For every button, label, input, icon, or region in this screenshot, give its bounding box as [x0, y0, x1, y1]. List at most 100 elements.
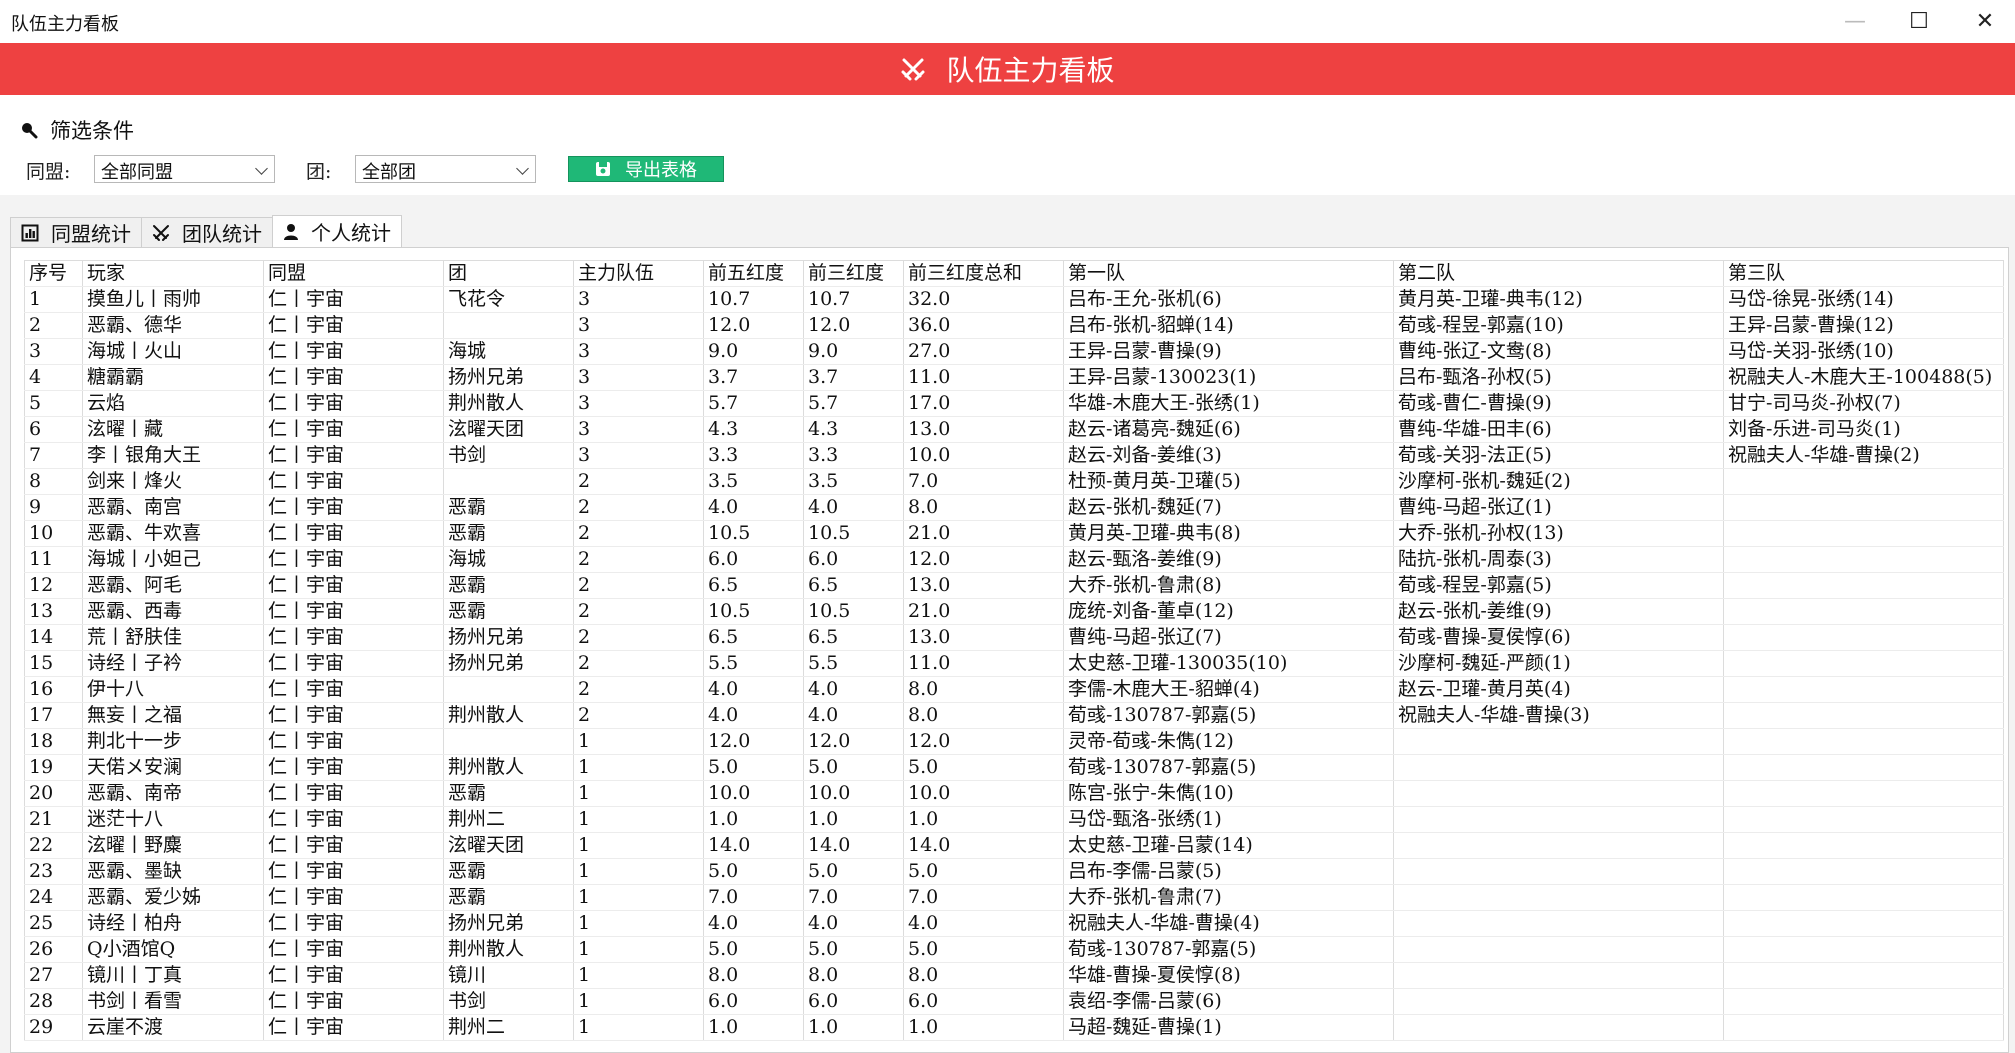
table-cell: 庞统-刘备-董卓(12) — [1063, 598, 1394, 625]
table-cell — [1393, 1014, 1724, 1041]
table-row[interactable]: 22 泫曜丨野麋 仁丨宇宙 泫曜天团 1 14.0 14.0 14.0 太史慈-卫瓘-吕蒙(14… — [24, 832, 2004, 859]
table-row[interactable]: 26 Q小酒馆Q 仁丨宇宙 荆州散人 1 5.0 5.0 5.0 荀彧-130787-郭嘉(5) — [24, 936, 2004, 963]
column-header[interactable]: 第三队 — [1723, 260, 2004, 287]
table-cell: 9.0 — [803, 338, 904, 365]
table-cell: 10.5 — [803, 598, 904, 625]
alliance-select-value: 全部同盟 — [101, 162, 173, 183]
window-titlebar: 队伍主力看板 — ☐ ✕ — [0, 0, 2015, 43]
table-row[interactable]: 11 海城丨小妲己 仁丨宇宙 海城 2 6.0 6.0 12.0 赵云-甄洛-姜维(9) 陆抗-张… — [24, 546, 2004, 573]
maximize-button[interactable]: ☐ — [1889, 0, 1949, 43]
table-row[interactable]: 29 云崖不渡 仁丨宇宙 荆州二 1 1.0 1.0 1.0 马超-魏延-曹操(1) — [24, 1014, 2004, 1041]
table-row[interactable]: 14 荒丨舒肤佳 仁丨宇宙 扬州兄弟 2 6.5 6.5 13.0 曹纯-马超-张辽(7) 荀彧-… — [24, 624, 2004, 651]
alliance-select[interactable]: 全部同盟 — [94, 155, 275, 183]
table-cell — [443, 468, 574, 495]
table-row[interactable]: 1 摸鱼儿丨雨帅 仁丨宇宙 飞花令 3 10.7 10.7 32.0 吕布-王允-张机(6) 黄月… — [24, 286, 2004, 313]
table-row[interactable]: 25 诗经丨柏舟 仁丨宇宙 扬州兄弟 1 4.0 4.0 4.0 祝融夫人-华雄-曹操(4) — [24, 910, 2004, 937]
table-row[interactable]: 12 恶霸、阿毛 仁丨宇宙 恶霸 2 6.5 6.5 13.0 大乔-张机-鲁肃(8) 荀彧-程昱… — [24, 572, 2004, 599]
export-table-button[interactable]: 导出表格 — [568, 156, 724, 182]
table-cell: 6.5 — [703, 624, 804, 651]
table-row[interactable]: 18 荆北十一步 仁丨宇宙 1 12.0 12.0 12.0 灵帝-荀彧-朱儁(12) — [24, 728, 2004, 755]
column-header[interactable]: 团 — [443, 260, 574, 287]
column-header[interactable]: 序号 — [24, 260, 83, 287]
column-header[interactable]: 玩家 — [82, 260, 264, 287]
table-cell — [1723, 884, 2004, 911]
table-row[interactable]: 7 李丨银角大王 仁丨宇宙 书剑 3 3.3 3.3 10.0 赵云-刘备-姜维(3) 荀彧-关羽… — [24, 442, 2004, 469]
table-cell — [1723, 1014, 2004, 1041]
table-cell: 仁丨宇宙 — [263, 650, 444, 677]
minimize-button[interactable]: — — [1825, 0, 1885, 43]
table-cell: 书剑 — [443, 442, 574, 469]
person-icon — [284, 223, 298, 240]
table-cell: 1 — [573, 780, 704, 807]
table-cell: 3 — [24, 338, 83, 365]
table-cell: 5.0 — [803, 936, 904, 963]
table-row[interactable]: 19 天偌メ安澜 仁丨宇宙 荆州散人 1 5.0 5.0 5.0 荀彧-130787-郭嘉(5) — [24, 754, 2004, 781]
table-cell: 14 — [24, 624, 83, 651]
table-cell: 仁丨宇宙 — [263, 936, 444, 963]
table-row[interactable]: 10 恶霸、牛欢喜 仁丨宇宙 恶霸 2 10.5 10.5 21.0 黄月英-卫瓘-典韦(8) 大… — [24, 520, 2004, 547]
table-cell: 4 — [24, 364, 83, 391]
table-cell: 马岱-甄洛-张绣(1) — [1063, 806, 1394, 833]
table-cell: 8.0 — [903, 494, 1064, 521]
table-row[interactable]: 20 恶霸、南帝 仁丨宇宙 恶霸 1 10.0 10.0 10.0 陈宫-张宁-朱儁(10) — [24, 780, 2004, 807]
table-cell: 诗经丨柏舟 — [82, 910, 264, 937]
table-row[interactable]: 8 剑来丨烽火 仁丨宇宙 2 3.5 3.5 7.0 杜预-黄月英-卫瓘(5) 沙摩柯-张机-魏… — [24, 468, 2004, 495]
table-cell — [1393, 910, 1724, 937]
personal-stats-panel: 序号 玩家 同盟团主力队伍 前五红度 前三红度 前三红度总和 第一队 第二队 第三队 1 摸鱼儿丨… — [10, 247, 2009, 1053]
table-cell: 仁丨宇宙 — [263, 364, 444, 391]
table-row[interactable]: 15 诗经丨子衿 仁丨宇宙 扬州兄弟 2 5.5 5.5 11.0 太史慈-卫瓘-130035(… — [24, 650, 2004, 677]
table-cell: 云崖不渡 — [82, 1014, 264, 1041]
column-header[interactable]: 前五红度 — [703, 260, 804, 287]
table-cell: 泫曜天团 — [443, 416, 574, 443]
table-row[interactable]: 23 恶霸、墨缺 仁丨宇宙 恶霸 1 5.0 5.0 5.0 吕布-李儒-吕蒙(5) — [24, 858, 2004, 885]
close-button[interactable]: ✕ — [1955, 0, 2015, 43]
table-row[interactable]: 6 泫曜丨藏 仁丨宇宙 泫曜天团 3 4.3 4.3 13.0 赵云-诸葛亮-魏延(6) 曹纯-华… — [24, 416, 2004, 443]
table-cell: 马岱-关羽-张绣(10) — [1723, 338, 2004, 365]
table-cell: 泫曜丨藏 — [82, 416, 264, 443]
column-header[interactable]: 同盟 — [263, 260, 444, 287]
table-cell — [1723, 598, 2004, 625]
tab-label: 团队统计 — [182, 222, 262, 246]
table-cell — [1723, 624, 2004, 651]
column-header[interactable]: 前三红度总和 — [903, 260, 1064, 287]
column-header[interactable]: 第二队 — [1393, 260, 1724, 287]
table-cell: 13.0 — [903, 572, 1064, 599]
table-cell: 3 — [573, 390, 704, 417]
table-cell: 8.0 — [803, 962, 904, 989]
table-cell: 11 — [24, 546, 83, 573]
group-select[interactable]: 全部团 — [355, 155, 536, 183]
table-row[interactable]: 16 伊十八 仁丨宇宙 2 4.0 4.0 8.0 李儒-木鹿大王-貂蝉(4) 赵云-卫瓘-黄月… — [24, 676, 2004, 703]
table-cell: 仁丨宇宙 — [263, 390, 444, 417]
tab-alliance-stats[interactable]: 同盟统计 — [10, 217, 142, 247]
table-cell: 1.0 — [903, 1014, 1064, 1041]
table-cell: 恶霸、爱少姊 — [82, 884, 264, 911]
table-cell: 5.0 — [903, 858, 1064, 885]
table-cell: 仁丨宇宙 — [263, 598, 444, 625]
table-row[interactable]: 2 恶霸、德华 仁丨宇宙 3 12.0 12.0 36.0 吕布-张机-貂蝉(14) 荀彧-程昱… — [24, 312, 2004, 339]
table-row[interactable]: 28 书剑丨看雪 仁丨宇宙 书剑 1 6.0 6.0 6.0 袁绍-李儒-吕蒙(6) — [24, 988, 2004, 1015]
column-header[interactable]: 第一队 — [1063, 260, 1394, 287]
table-row[interactable]: 4 糖霸霸 仁丨宇宙 扬州兄弟 3 3.7 3.7 11.0 王异-吕蒙-130023(1) 吕布… — [24, 364, 2004, 391]
table-cell: 3.7 — [703, 364, 804, 391]
table-row[interactable]: 5 云焰 仁丨宇宙 荆州散人 3 5.7 5.7 17.0 华雄-木鹿大王-张绣(1) 荀彧-曹仁… — [24, 390, 2004, 417]
table-cell: 2 — [573, 572, 704, 599]
table-row[interactable]: 9 恶霸、南宫 仁丨宇宙 恶霸 2 4.0 4.0 8.0 赵云-张机-魏延(7) 曹纯-马超-张… — [24, 494, 2004, 521]
table-cell: 荆州散人 — [443, 754, 574, 781]
table-cell: 23 — [24, 858, 83, 885]
table-cell: 10.0 — [903, 442, 1064, 469]
table-cell — [1723, 858, 2004, 885]
column-header[interactable]: 主力队伍 — [573, 260, 704, 287]
table-row[interactable]: 21 迷茫十八 仁丨宇宙 荆州二 1 1.0 1.0 1.0 马岱-甄洛-张绣(1) — [24, 806, 2004, 833]
tab-team-stats[interactable]: 团队统计 — [141, 217, 273, 247]
table-cell: 荀彧-程昱-郭嘉(5) — [1393, 572, 1724, 599]
column-header[interactable]: 前三红度 — [803, 260, 904, 287]
table-row[interactable]: 27 镜川丨丁真 仁丨宇宙 镜川 1 8.0 8.0 8.0 华雄-曹操-夏侯惇(8) — [24, 962, 2004, 989]
table-row[interactable]: 13 恶霸、西毒 仁丨宇宙 恶霸 2 10.5 10.5 21.0 庞统-刘备-董卓(12) 赵云… — [24, 598, 2004, 625]
tab-personal-stats[interactable]: 个人统计 — [272, 215, 402, 247]
table-row[interactable]: 24 恶霸、爱少姊 仁丨宇宙 恶霸 1 7.0 7.0 7.0 大乔-张机-鲁肃(7) — [24, 884, 2004, 911]
table-row[interactable]: 17 無妄丨之福 仁丨宇宙 荆州散人 2 4.0 4.0 8.0 荀彧-130787-郭嘉(5)… — [24, 702, 2004, 729]
table-cell: 荆州散人 — [443, 390, 574, 417]
table-cell: 32.0 — [903, 286, 1064, 313]
table-row[interactable]: 3 海城丨火山 仁丨宇宙 海城 3 9.0 9.0 27.0 王异-吕蒙-曹操(9) 曹纯-张辽-… — [24, 338, 2004, 365]
table-cell: 祝融夫人-华雄-曹操(2) — [1723, 442, 2004, 469]
